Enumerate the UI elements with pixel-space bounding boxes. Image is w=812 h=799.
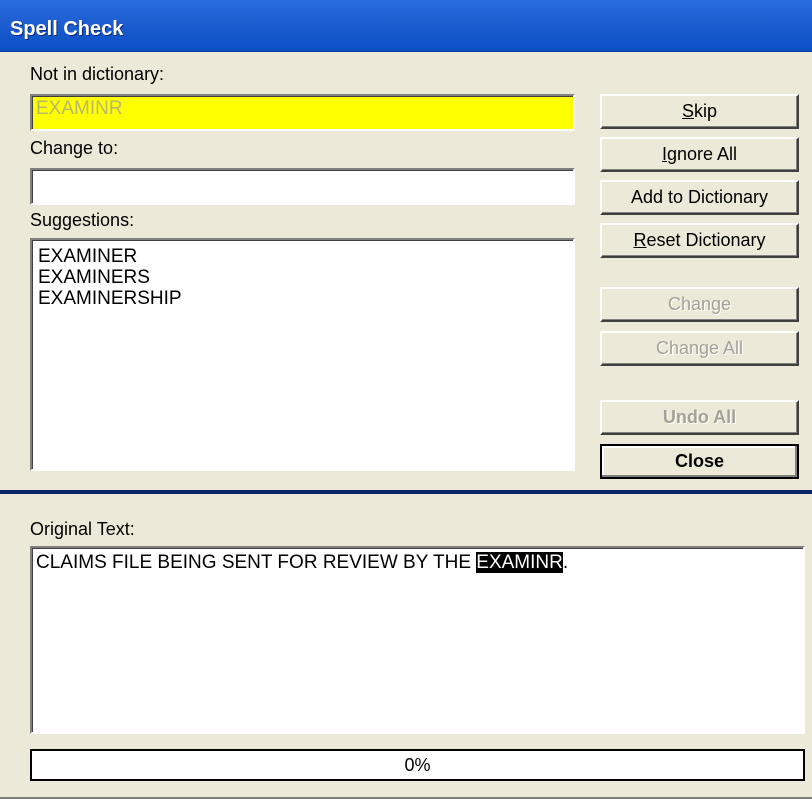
suggestions-label: Suggestions: (30, 210, 135, 230)
ignore-all-button-label: gnore All (666, 144, 738, 164)
add-to-dictionary-button-label: Add to Dictionary (630, 187, 769, 207)
skip-button-label: kip (694, 101, 718, 121)
reset-dictionary-button-label: eset Dictionary (646, 230, 766, 250)
change-to-label: Change to: (30, 138, 119, 158)
undo-all-button-label: Undo All (662, 407, 737, 427)
list-item[interactable]: EXAMINER (38, 246, 567, 267)
original-text-before: CLAIMS FILE BEING SENT FOR REVIEW BY THE (36, 552, 477, 573)
original-text-area[interactable]: CLAIMS FILE BEING SENT FOR REVIEW BY THE… (30, 546, 805, 734)
change-all-button[interactable]: Change All (600, 331, 799, 366)
original-text-after: . (562, 552, 569, 573)
list-item[interactable]: EXAMINERS (38, 267, 567, 288)
not-in-dictionary-field: EXAMINR (30, 94, 575, 131)
window-title: Spell Check (10, 18, 124, 40)
reset-dictionary-button[interactable]: Reset Dictionary (600, 223, 799, 258)
suggestions-list[interactable]: EXAMINER EXAMINERS EXAMINERSHIP (30, 238, 575, 471)
undo-all-button[interactable]: Undo All (600, 400, 799, 435)
add-to-dictionary-button[interactable]: Add to Dictionary (600, 180, 799, 215)
section-divider (0, 490, 812, 494)
change-all-button-label: Change All (655, 338, 744, 358)
change-to-input[interactable] (30, 168, 575, 205)
skip-button[interactable]: Skip (600, 94, 799, 129)
close-button[interactable]: Close (600, 444, 799, 479)
skip-button-accel: S (681, 101, 694, 121)
original-text-label: Original Text: (30, 519, 135, 539)
misspelled-word-highlight: EXAMINR (476, 552, 563, 573)
change-button[interactable]: Change (600, 287, 799, 322)
reset-dictionary-button-accel: R (633, 230, 647, 250)
change-button-label: Change (667, 294, 732, 314)
progress-label: 0% (404, 754, 431, 775)
close-button-label: Close (674, 451, 725, 471)
title-bar: Spell Check (0, 0, 812, 52)
ignore-all-button[interactable]: Ignore All (600, 137, 799, 172)
not-in-dictionary-label: Not in dictionary: (30, 64, 165, 84)
list-item[interactable]: EXAMINERSHIP (38, 288, 567, 309)
progress-bar: 0% (30, 749, 805, 781)
